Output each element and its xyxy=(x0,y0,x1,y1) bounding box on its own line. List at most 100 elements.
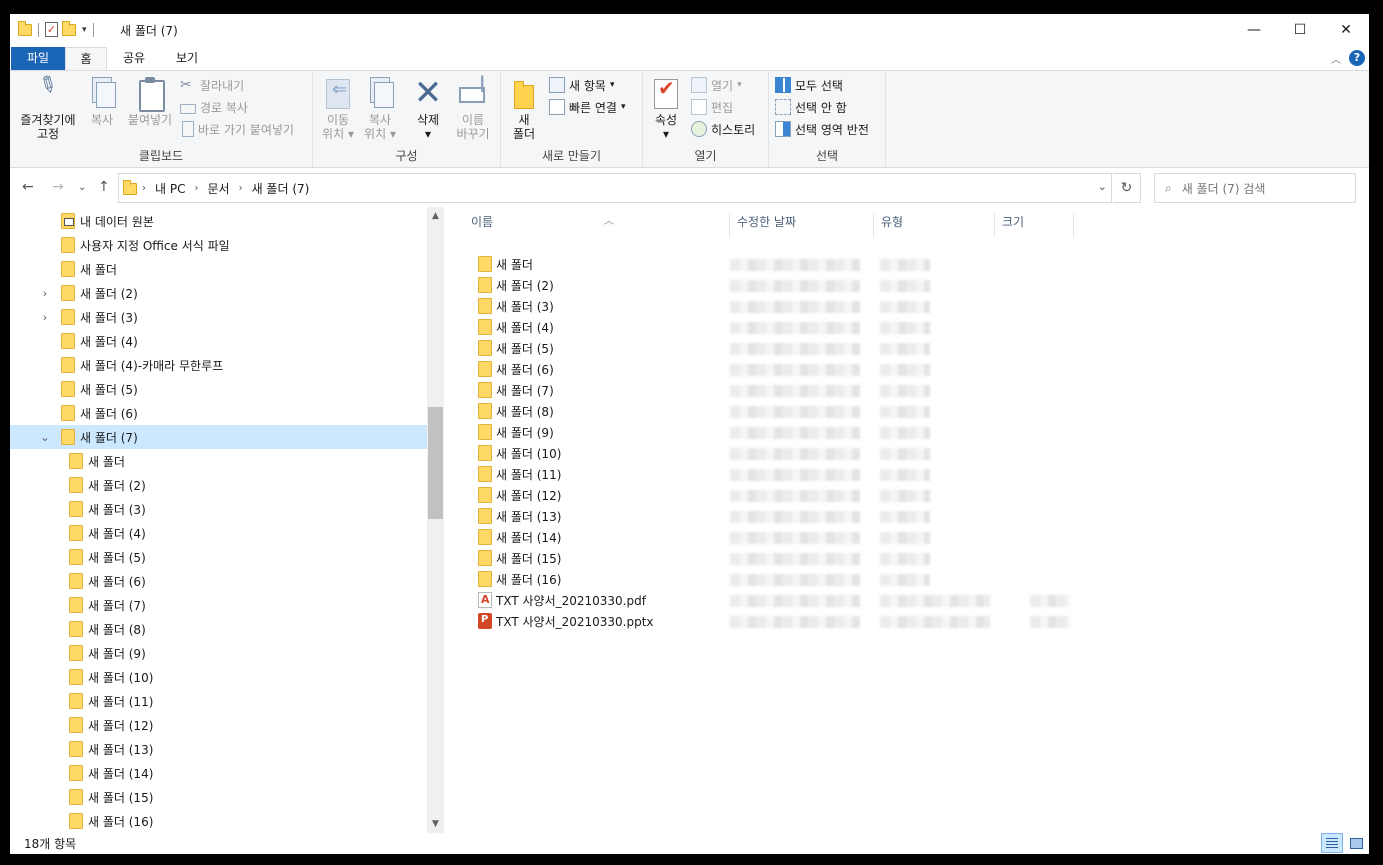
paste-button[interactable]: 붙여넣기 xyxy=(122,77,178,127)
rename-button[interactable]: 이름 바꾸기 xyxy=(453,77,493,141)
nav-tree-item[interactable]: 새 폴더 (4) xyxy=(10,521,427,545)
copy-to-button[interactable]: 복사 위치 ▾ xyxy=(363,77,397,141)
nav-tree-item[interactable]: 새 폴더 (2) xyxy=(10,473,427,497)
address-bar[interactable]: › 내 PC › 문서 › 새 폴더 (7) ⌄ xyxy=(118,173,1112,203)
nav-tree-item[interactable]: 새 폴더 (3) xyxy=(10,497,427,521)
breadcrumb-chevron-icon[interactable]: › xyxy=(142,183,146,194)
nav-tree-item[interactable]: 새 폴더 (8) xyxy=(10,617,427,641)
breadcrumb-chevron-icon[interactable]: › xyxy=(194,183,198,194)
file-row[interactable]: 새 폴더 (7) xyxy=(464,380,1164,401)
file-row[interactable]: 새 폴더 (8) xyxy=(464,401,1164,422)
recent-locations-icon[interactable]: ⌄ xyxy=(78,182,86,193)
back-arrow-icon[interactable]: ← xyxy=(22,179,34,195)
scrollbar-thumb[interactable] xyxy=(428,407,443,519)
up-arrow-icon[interactable]: ↑ xyxy=(98,179,110,195)
breadcrumb-chevron-icon[interactable]: › xyxy=(239,183,243,194)
file-row[interactable]: 새 폴더 (12) xyxy=(464,485,1164,506)
file-row[interactable]: 새 폴더 (11) xyxy=(464,464,1164,485)
nav-tree-item[interactable]: 내 데이터 원본 xyxy=(10,209,427,233)
nav-tree-item[interactable]: 새 폴더 (11) xyxy=(10,689,427,713)
help-icon[interactable]: ? xyxy=(1349,50,1365,66)
scroll-down-icon[interactable]: ▼ xyxy=(427,819,444,829)
nav-tree-item[interactable]: 새 폴더 (6) xyxy=(10,569,427,593)
nav-tree-item[interactable]: 새 폴더 (14) xyxy=(10,761,427,785)
minimize-button[interactable]: — xyxy=(1231,14,1277,46)
file-row[interactable]: 새 폴더 (16) xyxy=(464,569,1164,590)
pin-to-quick-access-button[interactable]: ✎ 즐겨찾기에 고정 xyxy=(16,70,80,141)
easy-access-button[interactable]: 빠른 연결 ▾ xyxy=(549,97,626,117)
tab-file[interactable]: 파일 xyxy=(11,47,65,70)
file-row[interactable]: 새 폴더 (3) xyxy=(464,296,1164,317)
nav-tree-item[interactable]: › 새 폴더 (2) xyxy=(10,281,427,305)
file-row[interactable]: 새 폴더 (5) xyxy=(464,338,1164,359)
nav-tree-item[interactable]: › 새 폴더 (3) xyxy=(10,305,427,329)
column-header-name[interactable]: 이름 ︿ xyxy=(464,213,730,237)
file-row[interactable]: 새 폴더 (13) xyxy=(464,506,1164,527)
chevron-right-icon[interactable]: › xyxy=(39,311,51,324)
file-row[interactable]: TXT 사양서_20210330.pptx xyxy=(464,611,1164,632)
file-row[interactable]: 새 폴더 (4) xyxy=(464,317,1164,338)
large-icons-view-button[interactable] xyxy=(1345,833,1367,853)
nav-tree-item[interactable]: 새 폴더 xyxy=(10,449,427,473)
file-row[interactable]: 새 폴더 (15) xyxy=(464,548,1164,569)
new-folder-icon[interactable] xyxy=(62,20,76,36)
chevron-down-icon[interactable]: ⌄ xyxy=(39,431,51,444)
file-row[interactable]: 새 폴더 (2) xyxy=(464,275,1164,296)
column-header-type[interactable]: 유형 xyxy=(874,213,995,237)
tab-home[interactable]: 홈 xyxy=(65,47,107,70)
cut-button[interactable]: ✂ 잘라내기 xyxy=(180,75,244,95)
file-row[interactable]: 새 폴더 (9) xyxy=(464,422,1164,443)
chevron-up-icon[interactable]: ︿ xyxy=(1331,51,1341,66)
new-folder-button[interactable]: 새 폴더 xyxy=(507,77,541,141)
scroll-up-icon[interactable]: ▲ xyxy=(427,211,444,221)
nav-tree-item[interactable]: 새 폴더 (4) xyxy=(10,329,427,353)
customize-toolbar-icon[interactable]: ▾ xyxy=(82,25,87,35)
refresh-icon[interactable]: ↻ xyxy=(1113,173,1141,203)
nav-tree-item[interactable]: 새 폴더 (13) xyxy=(10,737,427,761)
nav-tree-item[interactable]: 새 폴더 xyxy=(10,257,427,281)
copy-button[interactable]: 복사 xyxy=(84,77,120,127)
delete-button[interactable]: ✕ 삭제 ▾ xyxy=(411,76,445,141)
nav-tree-item[interactable]: 새 폴더 (9) xyxy=(10,641,427,665)
nav-tree-item[interactable]: ⌄ 새 폴더 (7) xyxy=(10,425,427,449)
maximize-button[interactable]: ☐ xyxy=(1277,14,1323,46)
properties-icon[interactable]: ✓ xyxy=(45,22,58,37)
tab-share[interactable]: 공유 xyxy=(112,47,156,70)
chevron-right-icon[interactable]: › xyxy=(39,287,51,300)
nav-tree-item[interactable]: 새 폴더 (6) xyxy=(10,401,427,425)
copy-path-button[interactable]: 경로 복사 xyxy=(180,97,248,117)
column-header-size[interactable]: 크기 xyxy=(995,213,1074,237)
select-none-button[interactable]: 선택 안 함 xyxy=(775,97,847,117)
nav-tree-item[interactable]: 새 폴더 (5) xyxy=(10,545,427,569)
file-row[interactable]: TXT 사양서_20210330.pdf xyxy=(464,590,1164,611)
nav-pane-scrollbar[interactable]: ▲ ▼ xyxy=(427,207,444,833)
open-button[interactable]: 열기 ▾ xyxy=(691,75,742,95)
nav-tree-item[interactable]: 새 폴더 (10) xyxy=(10,665,427,689)
select-all-button[interactable]: 모두 선택 xyxy=(775,75,843,95)
tab-view[interactable]: 보기 xyxy=(162,47,212,70)
paste-shortcut-button[interactable]: 바로 가기 붙여넣기 xyxy=(180,119,294,139)
file-row[interactable]: 새 폴더 (6) xyxy=(464,359,1164,380)
properties-button[interactable]: 속성 ▾ xyxy=(649,77,683,141)
search-input[interactable]: ⌕ 새 폴더 (7) 검색 xyxy=(1154,173,1356,203)
new-item-button[interactable]: 새 항목 ▾ xyxy=(549,75,614,95)
file-row[interactable]: 새 폴더 xyxy=(464,254,1164,275)
invert-selection-button[interactable]: 선택 영역 반전 xyxy=(775,119,869,139)
nav-tree-item[interactable]: 새 폴더 (12) xyxy=(10,713,427,737)
nav-tree-item[interactable]: 새 폴더 (5) xyxy=(10,377,427,401)
breadcrumb-this-pc[interactable]: 내 PC xyxy=(155,180,185,197)
details-view-button[interactable] xyxy=(1321,833,1343,853)
nav-tree-item[interactable]: 새 폴더 (15) xyxy=(10,785,427,809)
nav-tree-item[interactable]: 새 폴더 (4)-카매라 무한루프 xyxy=(10,353,427,377)
edit-button[interactable]: 편집 xyxy=(691,97,733,117)
nav-tree-item[interactable]: 사용자 지정 Office 서식 파일 xyxy=(10,233,427,257)
file-row[interactable]: 새 폴더 (10) xyxy=(464,443,1164,464)
nav-tree-item[interactable]: 새 폴더 (16) xyxy=(10,809,427,833)
forward-arrow-icon[interactable]: → xyxy=(52,179,64,195)
history-button[interactable]: 히스토리 xyxy=(691,119,755,139)
breadcrumb-current-folder[interactable]: 새 폴더 (7) xyxy=(252,180,310,197)
column-header-date[interactable]: 수정한 날짜 xyxy=(730,213,874,237)
breadcrumb-documents[interactable]: 문서 xyxy=(207,180,229,197)
move-to-button[interactable]: 이동 위치 ▾ xyxy=(321,77,355,141)
nav-tree-item[interactable]: 새 폴더 (7) xyxy=(10,593,427,617)
